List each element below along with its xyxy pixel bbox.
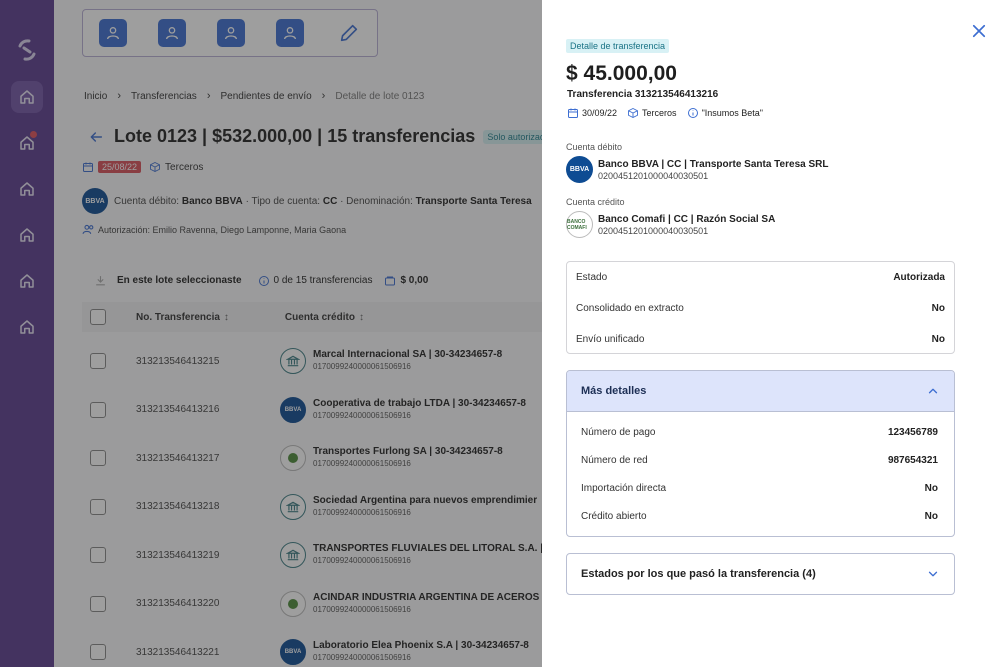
credito-cbu: 0200451201000040030501 (598, 225, 709, 236)
transfer-detail-drawer: Detalle de transferencia $ 45.000,00 Tra… (542, 0, 1000, 667)
transfer-tipo: Terceros (642, 108, 677, 118)
transfer-ref: "Insumos Beta" (701, 108, 763, 118)
kv-key: Estado (576, 272, 608, 283)
estados-accordion[interactable]: Estados por los que pasó la transferenci… (566, 553, 955, 595)
kv-value: No (924, 483, 938, 494)
debito-account: BBVA Banco BBVA | CC | Transporte Santa … (566, 156, 828, 183)
drawer-chip: Detalle de transferencia (566, 39, 670, 53)
mas-detalles-title: Más detalles (581, 385, 647, 397)
estado-card: Estado Autorizada Consolidado en extracto… (566, 261, 955, 354)
credito-name: Banco Comafi | CC | Razón Social SA (598, 213, 776, 225)
kv-row: Importación directa No (581, 483, 938, 494)
box-icon (628, 107, 638, 119)
kv-row: Envío unificado No (576, 334, 945, 345)
kv-key: Consolidado en extracto (576, 303, 684, 314)
credito-account: BANCO COMAFI Banco Comafi | CC | Razón S… (566, 211, 775, 238)
transfer-info: 30/09/22 Terceros "Insumos Beta" (567, 107, 763, 119)
kv-value: No (931, 303, 945, 314)
kv-value: 987654321 (887, 455, 938, 466)
chevron-down-icon[interactable] (926, 567, 940, 581)
kv-row: Número de pago 123456789 (581, 427, 938, 438)
calendar-icon (568, 108, 578, 118)
transfer-number: Transferencia 313213546413216 (567, 89, 719, 100)
kv-value: No (931, 334, 945, 345)
transfer-date: 30/09/22 (582, 108, 618, 118)
kv-key: Importación directa (581, 483, 667, 494)
kv-row: Consolidado en extracto No (576, 303, 945, 314)
debito-name: Banco BBVA | CC | Transporte Santa Teres… (598, 158, 829, 170)
kv-value: 123456789 (887, 427, 938, 438)
bank-logo: BBVA (566, 156, 593, 183)
kv-key: Número de red (581, 455, 648, 466)
close-icon[interactable] (970, 22, 988, 40)
kv-key: Crédito abierto (581, 511, 647, 522)
debito-cbu: 0200451201000040030501 (598, 170, 709, 181)
info-icon (687, 108, 698, 118)
kv-row: Número de red 987654321 (581, 455, 938, 466)
estados-title: Estados por los que pasó la transferenci… (581, 568, 816, 580)
transfer-amount: $ 45.000,00 (566, 62, 677, 85)
mas-detalles-accordion: Más detalles Número de pago 123456789 Núm… (566, 370, 955, 537)
kv-value: Autorizada (893, 272, 945, 283)
kv-key: Número de pago (581, 427, 656, 438)
credito-label: Cuenta crédito (566, 197, 625, 207)
debito-label: Cuenta débito (566, 142, 623, 152)
bank-logo: BANCO COMAFI (566, 211, 593, 238)
kv-row: Crédito abierto No (581, 511, 938, 522)
kv-value: No (924, 511, 938, 522)
mas-detalles-header[interactable]: Más detalles (567, 371, 954, 412)
kv-row: Estado Autorizada (576, 272, 945, 283)
kv-key: Envío unificado (576, 334, 645, 345)
chevron-up-icon[interactable] (926, 384, 940, 398)
